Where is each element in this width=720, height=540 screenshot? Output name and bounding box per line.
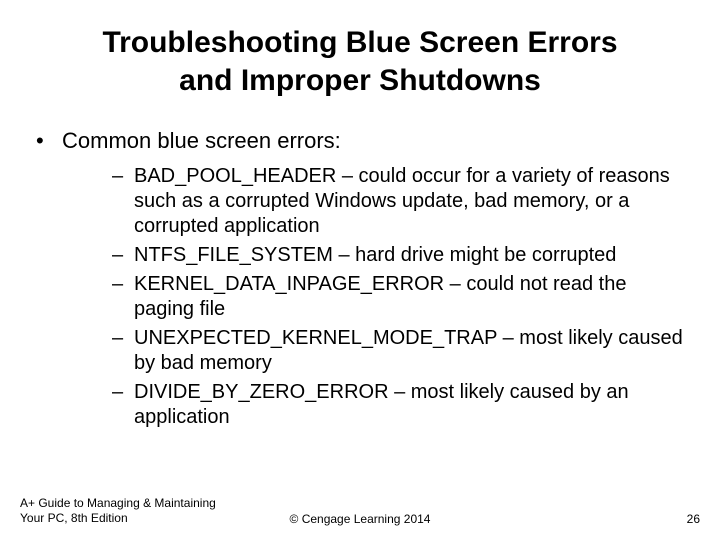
sub-bullet-text: KERNEL_DATA_INPAGE_ERROR – could not rea… — [134, 272, 684, 322]
sub-bullet-text: DIVIDE_BY_ZERO_ERROR – most likely cause… — [134, 380, 684, 430]
title-line-2: and Improper Shutdowns — [179, 64, 541, 97]
sub-bullet-text: BAD_POOL_HEADER – could occur for a vari… — [134, 164, 684, 239]
bullet-content: Common blue screen errors: – BAD_POOL_HE… — [62, 127, 684, 434]
footer-left-text: A+ Guide to Managing & Maintaining Your … — [20, 496, 240, 526]
dash-icon: – — [112, 380, 134, 430]
title-line-1: Troubleshooting Blue Screen Errors — [102, 26, 617, 59]
sub-bullet-item: – BAD_POOL_HEADER – could occur for a va… — [112, 164, 684, 239]
sub-bullet-text: UNEXPECTED_KERNEL_MODE_TRAP – most likel… — [134, 326, 684, 376]
sub-bullet-item: – KERNEL_DATA_INPAGE_ERROR – could not r… — [112, 272, 684, 322]
sub-bullet-text: NTFS_FILE_SYSTEM – hard drive might be c… — [134, 243, 616, 268]
slide-title: Troubleshooting Blue Screen Errors and I… — [36, 24, 684, 99]
bullet-list: • Common blue screen errors: – BAD_POOL_… — [36, 127, 684, 434]
footer-copyright: © Cengage Learning 2014 — [290, 512, 431, 526]
bullet-item: • Common blue screen errors: – BAD_POOL_… — [36, 127, 684, 434]
dash-icon: – — [112, 326, 134, 376]
sub-bullet-item: – DIVIDE_BY_ZERO_ERROR – most likely cau… — [112, 380, 684, 430]
bullet-dot: • — [36, 127, 62, 434]
dash-icon: – — [112, 243, 134, 268]
slide-footer: A+ Guide to Managing & Maintaining Your … — [20, 496, 700, 526]
dash-icon: – — [112, 164, 134, 239]
dash-icon: – — [112, 272, 134, 322]
sub-bullet-list: – BAD_POOL_HEADER – could occur for a va… — [62, 164, 684, 430]
page-number: 26 — [687, 512, 700, 526]
sub-bullet-item: – NTFS_FILE_SYSTEM – hard drive might be… — [112, 243, 684, 268]
bullet-main-text: Common blue screen errors: — [62, 128, 341, 153]
sub-bullet-item: – UNEXPECTED_KERNEL_MODE_TRAP – most lik… — [112, 326, 684, 376]
